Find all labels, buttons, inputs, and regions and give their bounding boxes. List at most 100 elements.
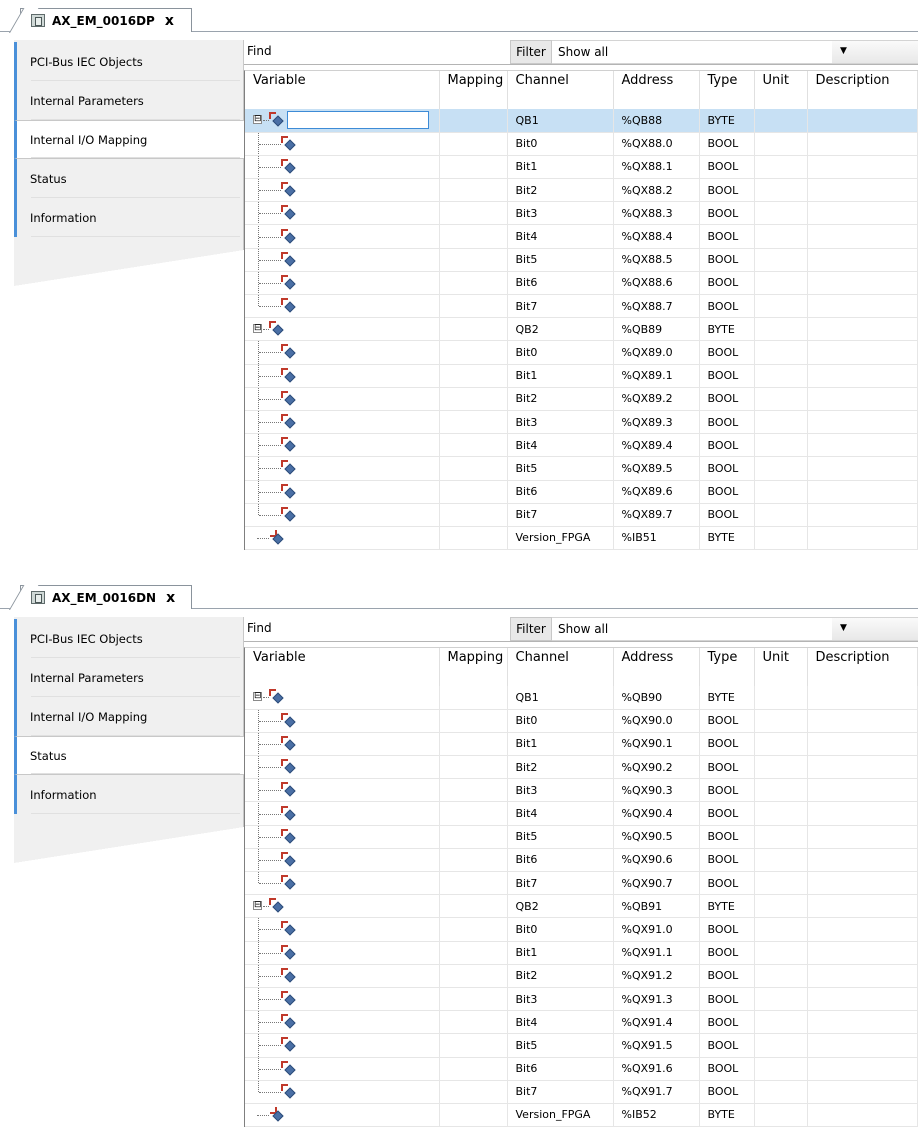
variable-cell[interactable]	[245, 132, 440, 156]
table-row[interactable]: Bit4 %QX90.4 BOOL	[245, 801, 918, 826]
filter-select[interactable]: Show all ▼	[552, 40, 918, 64]
variable-cell[interactable]	[245, 871, 440, 896]
description-cell[interactable]	[807, 480, 918, 504]
mapping-cell[interactable]	[439, 178, 508, 203]
table-row[interactable]: Bit7 %QX91.7 BOOL	[245, 1080, 918, 1104]
unit-cell[interactable]	[754, 709, 808, 733]
variable-cell[interactable]	[245, 340, 440, 365]
table-row[interactable]: Bit3 %QX90.3 BOOL	[245, 778, 918, 803]
mapping-cell[interactable]	[439, 1033, 508, 1058]
mapping-cell[interactable]	[439, 364, 508, 388]
description-cell[interactable]	[807, 224, 918, 249]
mapping-cell[interactable]	[439, 987, 508, 1012]
description-cell[interactable]	[807, 433, 918, 458]
variable-cell[interactable]	[245, 801, 440, 826]
mapping-cell[interactable]	[439, 1010, 508, 1035]
nav-item-status[interactable]: Status	[14, 736, 244, 775]
variable-cell[interactable]	[245, 1057, 440, 1081]
table-row[interactable]: Bit2 %QX91.2 BOOL	[245, 964, 918, 988]
unit-cell[interactable]	[754, 894, 808, 919]
table-row[interactable]: Bit2 %QX90.2 BOOL	[245, 755, 918, 780]
mapping-cell[interactable]	[439, 871, 508, 896]
mapping-cell[interactable]	[439, 732, 508, 757]
variable-cell[interactable]	[245, 1033, 440, 1058]
variable-cell[interactable]	[245, 964, 440, 988]
table-row[interactable]: Bit0 %QX88.0 BOOL	[245, 132, 918, 156]
mapping-cell[interactable]	[439, 433, 508, 458]
column-header-unit[interactable]: Unit	[754, 648, 808, 686]
unit-cell[interactable]	[754, 387, 808, 411]
description-cell[interactable]	[807, 686, 918, 710]
unit-cell[interactable]	[754, 109, 808, 133]
variable-cell[interactable]	[245, 248, 440, 272]
unit-cell[interactable]	[754, 294, 808, 319]
nav-item-status[interactable]: Status	[14, 159, 244, 198]
nav-item-internal-parameters[interactable]: Internal Parameters	[14, 658, 244, 697]
variable-cell[interactable]	[245, 917, 440, 942]
unit-cell[interactable]	[754, 132, 808, 156]
variable-cell[interactable]: ⊟	[245, 317, 440, 342]
column-header-type[interactable]: Type	[699, 71, 755, 109]
collapse-icon[interactable]: ⊟	[253, 692, 262, 702]
table-row[interactable]: Bit2 %QX88.2 BOOL	[245, 178, 918, 203]
editor-tab[interactable]: AX_EM_0016DN x	[20, 585, 192, 609]
mapping-cell[interactable]	[439, 1080, 508, 1104]
mapping-cell[interactable]	[439, 248, 508, 272]
description-cell[interactable]	[807, 201, 918, 226]
variable-cell[interactable]	[245, 201, 440, 226]
column-header-mapping[interactable]: Mapping	[439, 71, 508, 109]
table-row[interactable]: Bit1 %QX89.1 BOOL	[245, 364, 918, 388]
mapping-cell[interactable]	[439, 201, 508, 226]
unit-cell[interactable]	[754, 917, 808, 942]
variable-cell[interactable]	[245, 480, 440, 504]
mapping-cell[interactable]	[439, 456, 508, 481]
mapping-cell[interactable]	[439, 964, 508, 988]
filter-button[interactable]: Filter	[510, 617, 552, 641]
unit-cell[interactable]	[754, 941, 808, 965]
mapping-cell[interactable]	[439, 825, 508, 849]
description-cell[interactable]	[807, 271, 918, 296]
mapping-cell[interactable]	[439, 778, 508, 803]
table-row[interactable]: Bit6 %QX90.6 BOOL	[245, 848, 918, 873]
table-row[interactable]: Bit5 %QX91.5 BOOL	[245, 1033, 918, 1058]
unit-cell[interactable]	[754, 364, 808, 388]
variable-cell[interactable]	[245, 271, 440, 296]
find-input[interactable]	[284, 618, 506, 640]
column-header-address[interactable]: Address	[613, 71, 700, 109]
nav-item-internal-parameters[interactable]: Internal Parameters	[14, 81, 244, 120]
variable-cell[interactable]	[245, 825, 440, 849]
unit-cell[interactable]	[754, 248, 808, 272]
close-icon[interactable]: x	[165, 13, 174, 29]
unit-cell[interactable]	[754, 801, 808, 826]
description-cell[interactable]	[807, 456, 918, 481]
column-header-mapping[interactable]: Mapping	[439, 648, 508, 686]
table-row[interactable]: Bit7 %QX89.7 BOOL	[245, 503, 918, 527]
column-header-address[interactable]: Address	[613, 648, 700, 686]
unit-cell[interactable]	[754, 732, 808, 757]
mapping-cell[interactable]	[439, 155, 508, 180]
mapping-cell[interactable]	[439, 410, 508, 435]
variable-cell[interactable]	[245, 987, 440, 1012]
table-row[interactable]: Bit4 %QX91.4 BOOL	[245, 1010, 918, 1035]
mapping-cell[interactable]	[439, 271, 508, 296]
description-cell[interactable]	[807, 1033, 918, 1058]
unit-cell[interactable]	[754, 456, 808, 481]
unit-cell[interactable]	[754, 271, 808, 296]
description-cell[interactable]	[807, 894, 918, 919]
unit-cell[interactable]	[754, 503, 808, 527]
filter-dropdown-button[interactable]: ▼	[832, 618, 918, 640]
mapping-cell[interactable]	[439, 941, 508, 965]
unit-cell[interactable]	[754, 686, 808, 710]
table-row[interactable]: Version_FPGA %IB51 BYTE	[245, 526, 918, 551]
mapping-cell[interactable]	[439, 317, 508, 342]
column-header-unit[interactable]: Unit	[754, 71, 808, 109]
unit-cell[interactable]	[754, 825, 808, 849]
unit-cell[interactable]	[754, 987, 808, 1012]
column-header-channel[interactable]: Channel	[507, 71, 614, 109]
table-row[interactable]: Bit6 %QX91.6 BOOL	[245, 1057, 918, 1081]
variable-cell[interactable]	[245, 387, 440, 411]
unit-cell[interactable]	[754, 201, 808, 226]
variable-cell[interactable]	[245, 848, 440, 873]
unit-cell[interactable]	[754, 1033, 808, 1058]
variable-cell[interactable]	[245, 1103, 440, 1128]
